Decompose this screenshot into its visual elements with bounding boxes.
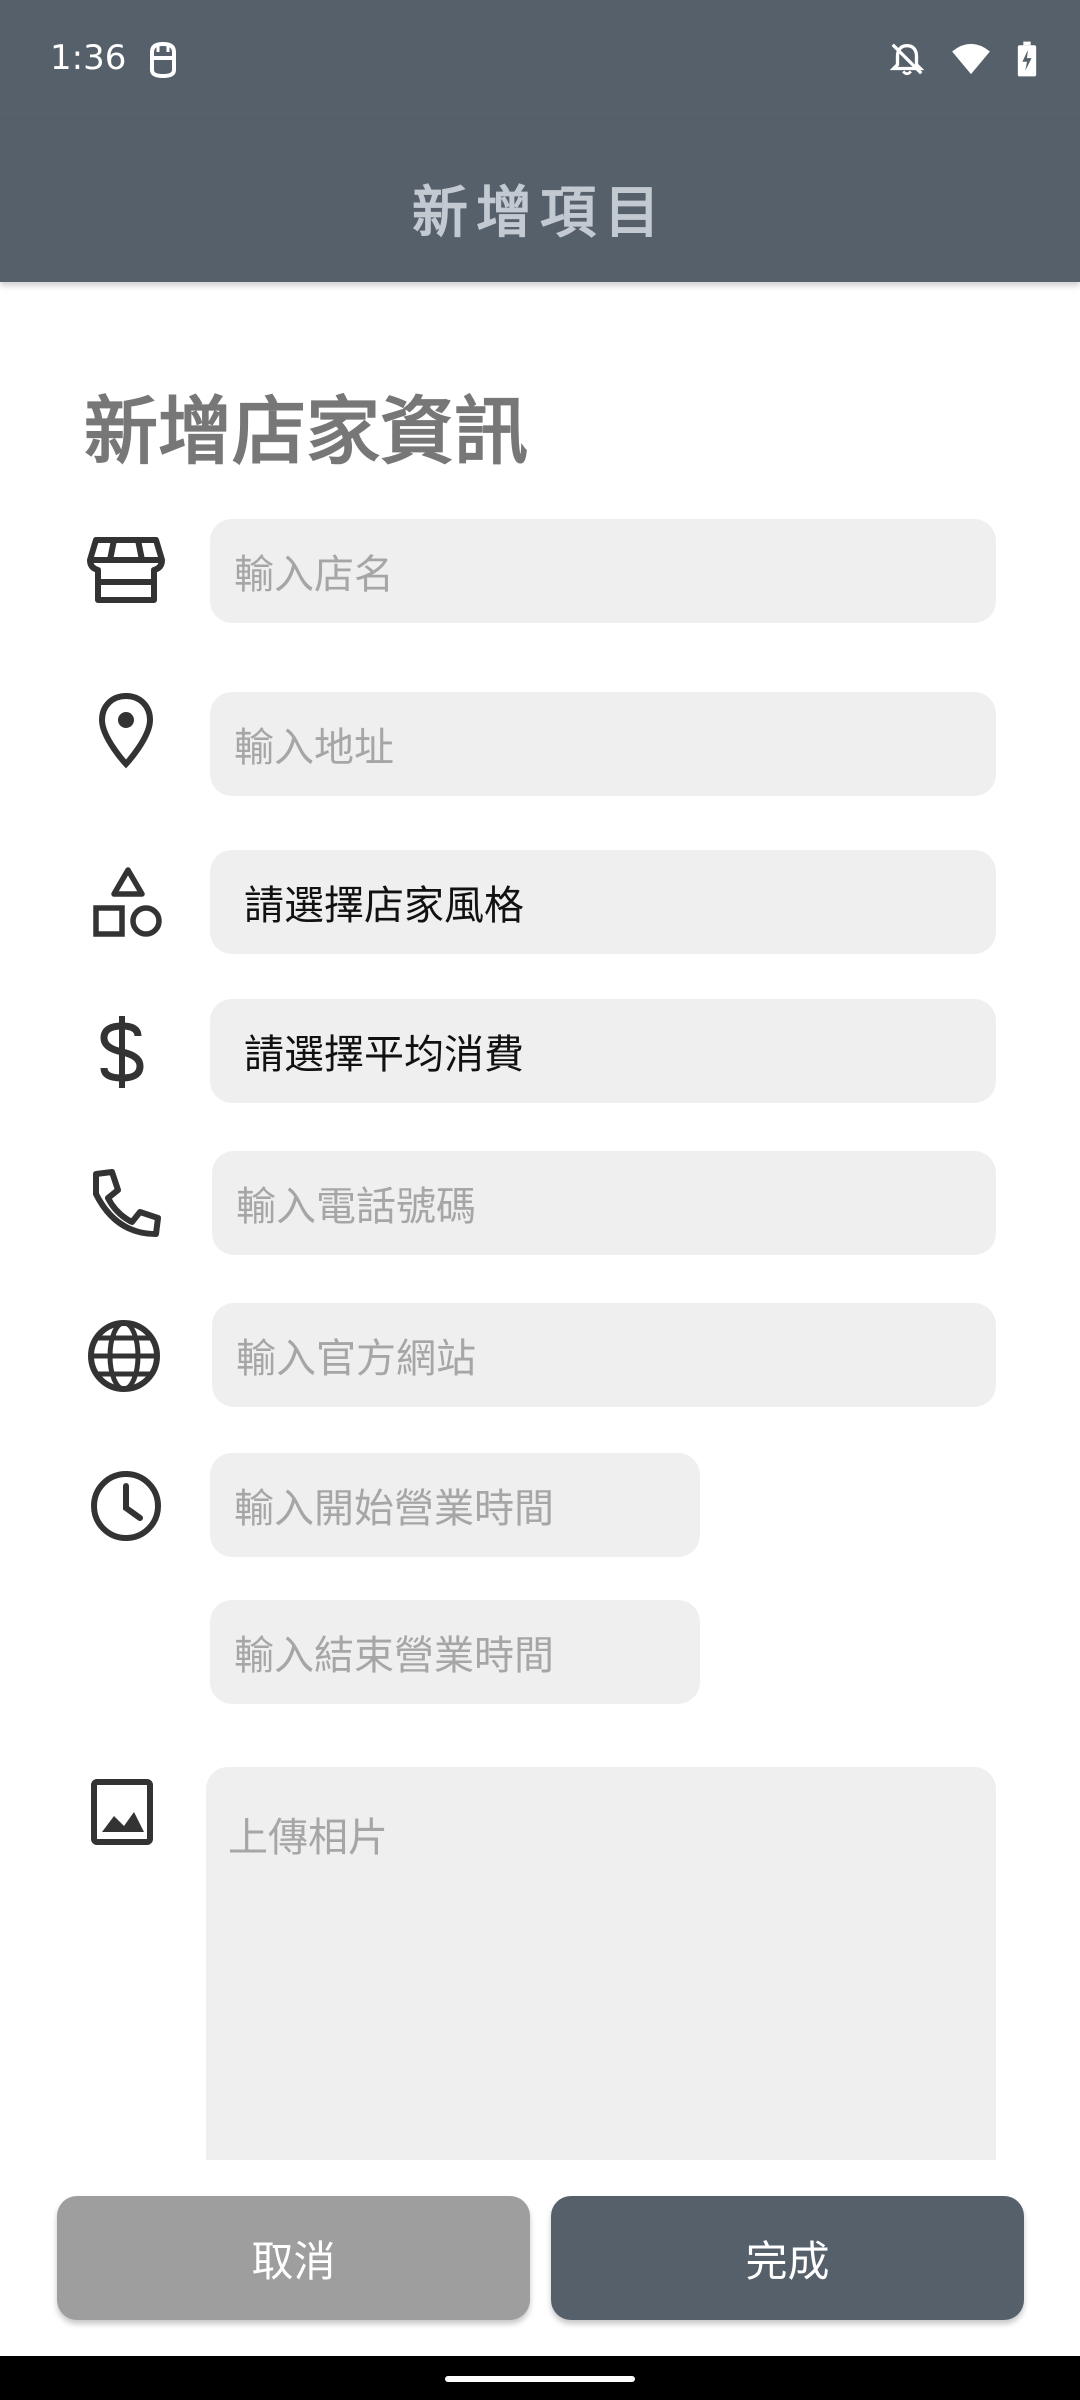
cancel-button[interactable]: 取消 (57, 2196, 530, 2320)
status-time: 1:36 (50, 38, 127, 78)
app-bar: 新增項目 (0, 120, 1080, 282)
open-time-input[interactable]: 輸入開始營業時間 (210, 1453, 700, 1557)
phone-icon (86, 1164, 166, 1244)
location-pin-icon (86, 690, 166, 770)
wifi-icon (950, 42, 992, 76)
close-time-input[interactable]: 輸入結束營業時間 (210, 1600, 700, 1704)
section-title: 新增店家資訊 (84, 389, 528, 475)
status-bar: 1:36 (0, 0, 1080, 120)
do-not-disturb-bell-icon (888, 40, 926, 78)
home-gesture-handle[interactable] (445, 2376, 635, 2382)
average-price-select[interactable]: 請選擇平均消費 (210, 999, 996, 1103)
photo-upload-area[interactable]: 上傳相片 (206, 1767, 996, 2160)
image-icon (88, 1776, 168, 1856)
store-style-select[interactable]: 請選擇店家風格 (210, 850, 996, 954)
clock-icon (86, 1466, 166, 1546)
storefront-icon (86, 530, 166, 610)
globe-icon (84, 1316, 164, 1396)
carrier-icon (146, 40, 180, 80)
store-name-input[interactable]: 輸入店名 (210, 519, 996, 623)
page-title: 新增項目 (412, 181, 668, 246)
dollar-icon (82, 1012, 162, 1092)
phone-input[interactable]: 輸入電話號碼 (212, 1151, 996, 1255)
website-input[interactable]: 輸入官方網站 (212, 1303, 996, 1407)
battery-charging-icon (1016, 40, 1038, 78)
done-button[interactable]: 完成 (551, 2196, 1024, 2320)
category-shapes-icon (88, 864, 168, 944)
address-input[interactable]: 輸入地址 (210, 692, 996, 796)
system-navigation-bar (0, 2356, 1080, 2400)
